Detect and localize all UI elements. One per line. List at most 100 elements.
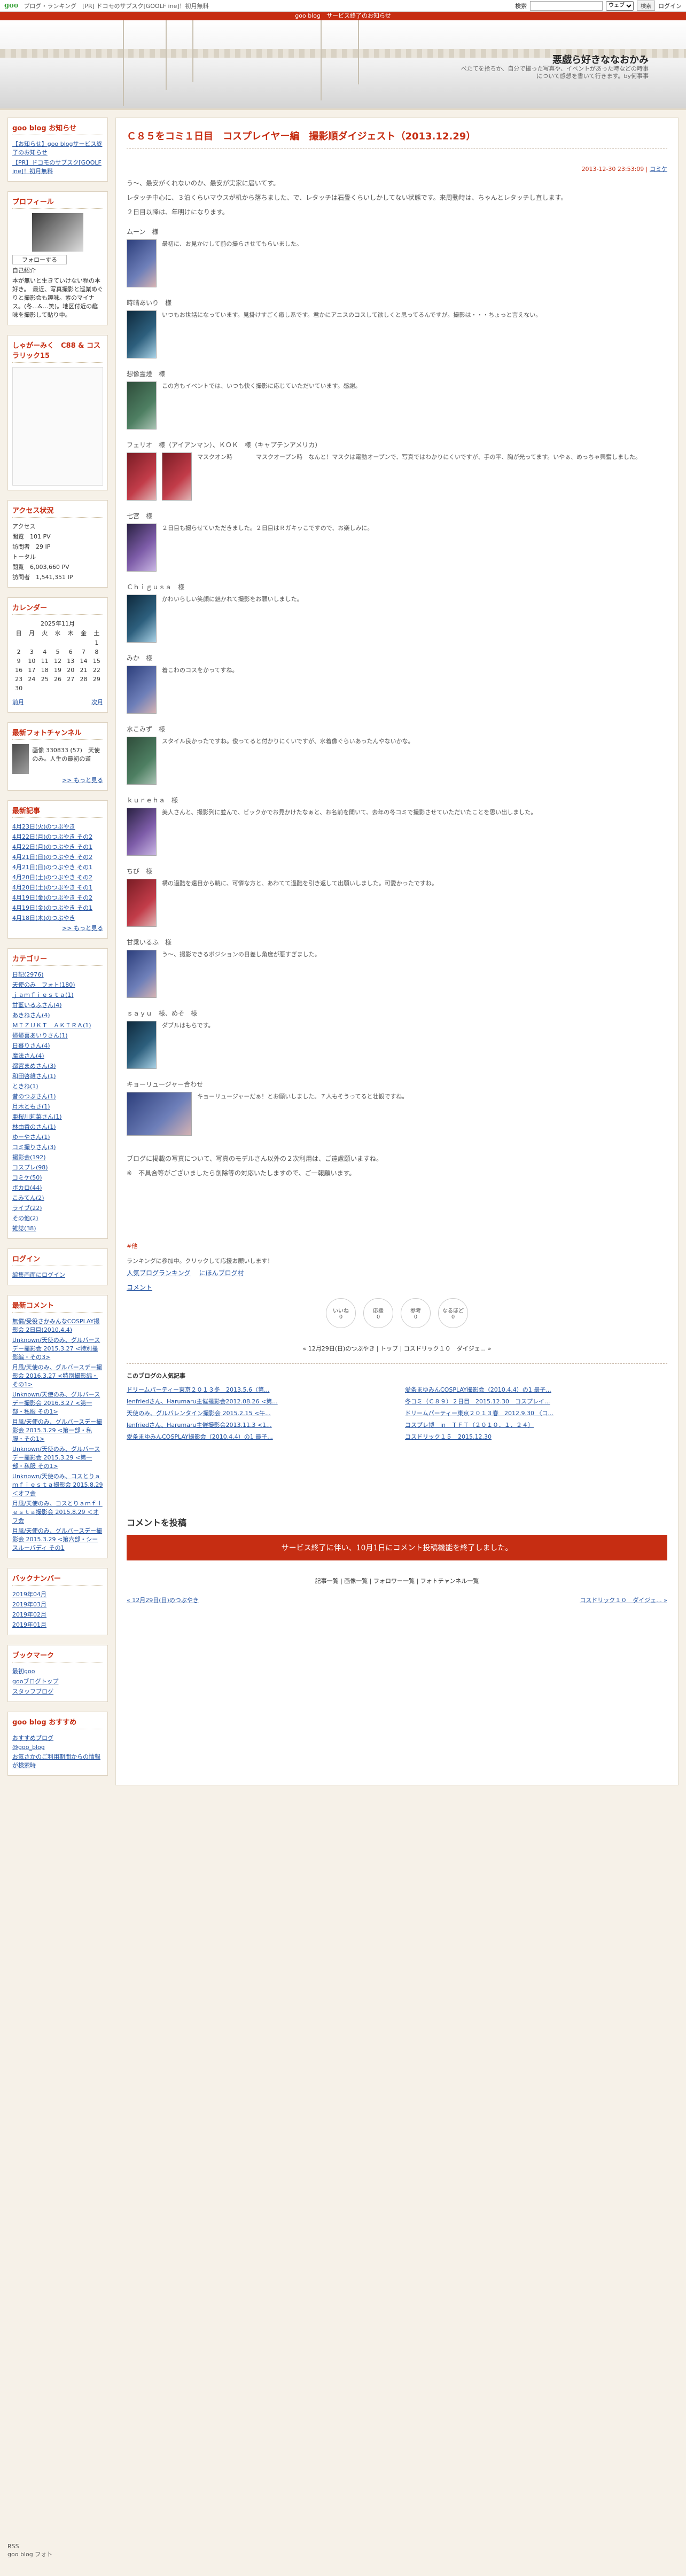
calendar-date[interactable]: 5: [51, 647, 64, 657]
entry-photo[interactable]: [127, 452, 157, 501]
service-end-notice-text[interactable]: goo blog サービス終了のお知らせ: [295, 12, 391, 19]
calendar-date[interactable]: 21: [77, 666, 90, 675]
comment-item[interactable]: 月風/天使のみ、グルバースデー撮影会 2015.3.29 <第六部・シースルーバ…: [12, 1526, 103, 1552]
popular-item[interactable]: ドリームパーティー東京２０１３冬 2013.5.6（第...: [127, 1385, 389, 1394]
follow-button[interactable]: フォローする: [12, 255, 67, 264]
bookmark-item[interactable]: 最初goo: [12, 1667, 103, 1675]
category-item[interactable]: 林由香のさん(1): [12, 1122, 103, 1131]
nav-prev-link[interactable]: « 12月29日(日)のつぶやき: [127, 1596, 199, 1604]
post-title[interactable]: Ｃ８５をコミ１日目 コスプレイヤー編 撮影順ダイジェスト（2013.12.29）: [127, 129, 667, 149]
service-end-notice[interactable]: goo blog サービス終了のお知らせ: [0, 12, 686, 20]
comment-item[interactable]: 月風/天使のみ、グルバースデー撮影会 2015.3.29 <第一部・私服・その1…: [12, 1417, 103, 1443]
calendar-date[interactable]: [12, 638, 25, 647]
calendar-date[interactable]: 28: [77, 675, 90, 684]
category-item[interactable]: ときね(1): [12, 1082, 103, 1090]
photo-channel-more-link[interactable]: >> もっと見る: [12, 776, 103, 784]
category-item[interactable]: コスプレ(98): [12, 1163, 103, 1172]
popular-item[interactable]: 天使のみ、グルバレンタイン撮影会 2015.2.15 <午...: [127, 1409, 389, 1417]
calendar-date[interactable]: 14: [77, 657, 90, 666]
reaction-button[interactable]: いいね 0: [326, 1298, 356, 1328]
calendar-date[interactable]: 17: [25, 666, 38, 675]
calendar-date[interactable]: 18: [38, 666, 51, 675]
ranking-link-1[interactable]: 人気ブログランキング: [127, 1268, 191, 1277]
calendar-date[interactable]: 6: [64, 647, 77, 657]
ranking-widget[interactable]: [12, 367, 103, 486]
photo-channel-text[interactable]: 画像 330833 (57) 天使のみ。人生の最初の道: [32, 746, 103, 772]
recommend-item[interactable]: @goo_blog: [12, 1744, 103, 1751]
calendar-date[interactable]: 7: [77, 647, 90, 657]
calendar-date[interactable]: 3: [25, 647, 38, 657]
footer-links[interactable]: 記事一覧 | 画像一覧 | フォロワー一覧 | フォトチャンネル一覧: [127, 1576, 667, 1585]
calendar-date[interactable]: 29: [90, 675, 103, 684]
category-item[interactable]: 天使のみ フォト(180): [12, 980, 103, 989]
category-item[interactable]: 魔法さん(4): [12, 1051, 103, 1060]
popular-item[interactable]: 愛条まゆみんCOSPLAY撮影会（2010.4.4）の1 最子...: [405, 1385, 667, 1394]
category-item[interactable]: ライブ(22): [12, 1204, 103, 1212]
category-item[interactable]: 亜桜川莉菜さん(1): [12, 1112, 103, 1121]
notice-link-1[interactable]: 【お知らせ】goo blogサービス終了のお知らせ: [12, 139, 103, 157]
recent-item[interactable]: 4月21日(日)のつぶやき その2: [12, 853, 103, 861]
recent-more-link[interactable]: >> もっと見る: [12, 924, 103, 932]
calendar-date[interactable]: 22: [90, 666, 103, 675]
comment-notice[interactable]: サービス終了に伴い、10月1日にコメント投稿機能を終了しました。: [127, 1535, 667, 1560]
calendar-date[interactable]: [38, 638, 51, 647]
calendar-date[interactable]: 30: [12, 684, 25, 693]
category-item[interactable]: 日暮りさん(4): [12, 1041, 103, 1050]
backnumber-item[interactable]: 2019年03月: [12, 1600, 103, 1609]
category-item[interactable]: コミケ(50): [12, 1173, 103, 1182]
comment-item[interactable]: Unknown/天使のみ、グルバースデー撮影会 2015.3.27 <特別撮影編…: [12, 1336, 103, 1361]
backnumber-item[interactable]: 2019年02月: [12, 1610, 103, 1619]
recent-item[interactable]: 4月22日(月)のつぶやき その1: [12, 842, 103, 851]
popular-item[interactable]: lenfriedさん、Harumaru主催撮影会2013.11.3 <1...: [127, 1420, 389, 1429]
calendar-date[interactable]: 1: [90, 638, 103, 647]
popular-item[interactable]: ドリームパーティー東京２０１３春 2012.9.30 〈コ...: [405, 1409, 667, 1417]
comment-link[interactable]: コメント: [127, 1283, 667, 1292]
entry-photo[interactable]: [162, 452, 192, 501]
post-tag[interactable]: #他: [127, 1242, 667, 1250]
comment-item[interactable]: Unknown/天使のみ、グルバースデー撮影会 2016.3.27 <第一部・私…: [12, 1390, 103, 1416]
recent-item[interactable]: 4月21日(日)のつぶやき その1: [12, 863, 103, 871]
calendar-next-link[interactable]: 次月: [91, 698, 103, 706]
post-category-link[interactable]: コミケ: [650, 166, 667, 173]
popular-item[interactable]: lenfriedさん、Harumaru主催撮影会2012.08.26 <第...: [127, 1397, 389, 1406]
search-type-select[interactable]: ウェブ: [606, 1, 634, 11]
calendar-date[interactable]: [51, 684, 64, 693]
calendar-date[interactable]: 4: [38, 647, 51, 657]
calendar-date[interactable]: [90, 684, 103, 693]
category-item[interactable]: コミ撮りさん(3): [12, 1143, 103, 1151]
entry-photo[interactable]: [127, 239, 157, 287]
calendar-date[interactable]: 26: [51, 675, 64, 684]
reaction-button[interactable]: 応援 0: [363, 1298, 393, 1328]
calendar-date[interactable]: 8: [90, 647, 103, 657]
calendar-date[interactable]: 15: [90, 657, 103, 666]
recent-item[interactable]: 4月19日(金)のつぶやき その2: [12, 893, 103, 902]
entry-photo[interactable]: [127, 524, 157, 572]
comment-item[interactable]: Unknown/天使のみ、グルバースデー撮影会 2015.3.29 <第一部・私…: [12, 1445, 103, 1470]
category-item[interactable]: 月木ともさ(1): [12, 1102, 103, 1111]
popular-item[interactable]: コスプレ博 in ＴＦＴ（２０１０．１．２４）: [405, 1420, 667, 1429]
category-item[interactable]: ボカロ(44): [12, 1183, 103, 1192]
photo-channel-thumb[interactable]: [12, 744, 29, 774]
calendar-date[interactable]: 16: [12, 666, 25, 675]
recommend-item[interactable]: お気さかのご利用期間からの情報が検索時: [12, 1752, 103, 1769]
recent-item[interactable]: 4月20日(土)のつぶやき その2: [12, 873, 103, 881]
calendar-date[interactable]: [77, 638, 90, 647]
category-item[interactable]: こみてん(2): [12, 1193, 103, 1202]
calendar-prev-link[interactable]: 前月: [12, 698, 24, 706]
entry-photo[interactable]: [127, 879, 157, 927]
category-item[interactable]: あきねさん(4): [12, 1011, 103, 1019]
category-item[interactable]: ゆーやさん(1): [12, 1133, 103, 1141]
calendar-date[interactable]: 11: [38, 657, 51, 666]
backnumber-item[interactable]: 2019年01月: [12, 1620, 103, 1629]
entry-photo[interactable]: [127, 1092, 192, 1136]
calendar-date[interactable]: 24: [25, 675, 38, 684]
entry-photo[interactable]: [127, 595, 157, 643]
top-links[interactable]: ブログ・ランキング [PR] ドコモのサブスク[GOOLF ine]！初月無料: [24, 2, 208, 10]
footer-line-2[interactable]: goo blog フォト: [7, 2550, 108, 2558]
category-item[interactable]: 甘藍いるふさん(4): [12, 1001, 103, 1009]
calendar-date[interactable]: [51, 638, 64, 647]
recent-item[interactable]: 4月20日(土)のつぶやき その1: [12, 883, 103, 892]
recent-item[interactable]: 4月19日(金)のつぶやき その1: [12, 903, 103, 912]
backnumber-item[interactable]: 2019年04月: [12, 1590, 103, 1598]
entry-photo[interactable]: [127, 808, 157, 856]
